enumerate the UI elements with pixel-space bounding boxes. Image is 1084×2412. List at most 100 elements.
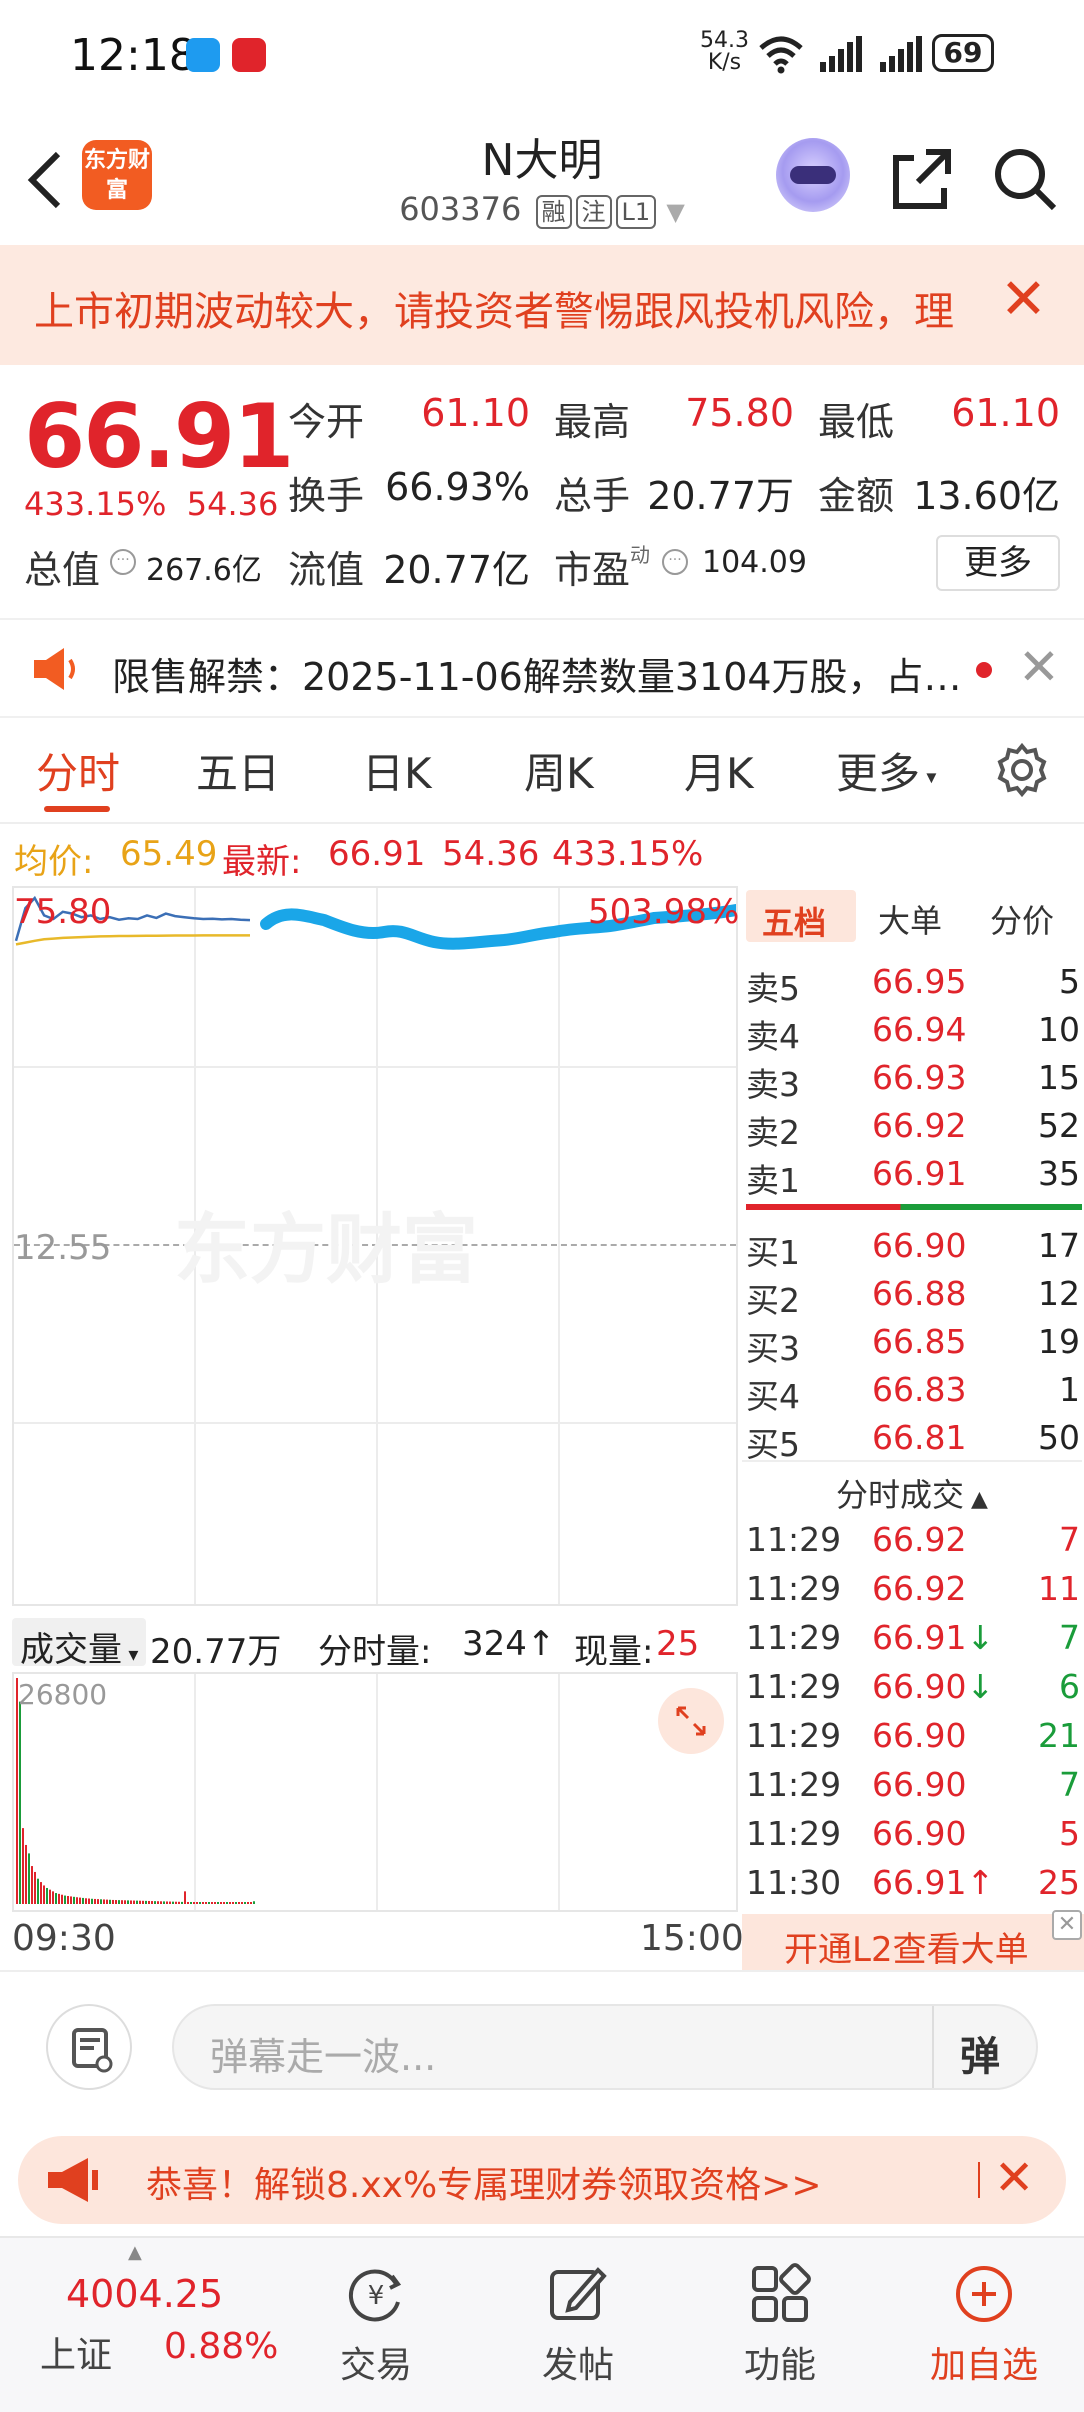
tick-price: 66.91↓ <box>872 1618 995 1657</box>
intraday-chart[interactable]: 东方财富 75.80 503.98% 12.55 <box>12 886 739 1606</box>
nav-post[interactable]: 发帖 <box>498 2262 658 2388</box>
tab-intraday[interactable]: 分时 <box>36 740 120 801</box>
level-price: 66.92 <box>872 1106 967 1145</box>
tick-volume: 7 <box>1059 1520 1080 1559</box>
tick-row: 11:29 66.91↓ 7 <box>742 1612 1082 1660</box>
open-value: 61.10 <box>421 391 530 435</box>
ai-assistant-icon[interactable] <box>776 138 850 212</box>
tag-registered: 注 <box>575 195 612 229</box>
open-l2-button[interactable]: 开通L2查看大单 ✕ <box>742 1910 1084 1970</box>
level-volume: 10 <box>1038 1010 1080 1049</box>
close-notice-button[interactable]: ✕ <box>1018 638 1060 696</box>
volume-bar <box>94 1898 96 1904</box>
volume-bar <box>67 1895 69 1904</box>
index-ticker[interactable]: ▲ 4004.25 上证 0.88% <box>0 2238 300 2412</box>
volume-header: 成交量 ▾ 20.77万 分时量: 324↑ 现量: 25 <box>12 1616 738 1672</box>
level-price: 66.85 <box>872 1322 967 1361</box>
tab-more[interactable]: 更多 ▾ <box>836 740 936 801</box>
tab-weekly-k[interactable]: 周K <box>524 740 594 801</box>
volume-bar <box>238 1902 240 1904</box>
volume-bar <box>73 1896 75 1904</box>
volume-bar <box>223 1902 225 1904</box>
expand-icon <box>676 1706 706 1736</box>
message-app-icon <box>186 38 220 72</box>
caret-down-icon: ▾ <box>920 764 937 789</box>
quote-panel: 66.91 433.15% 54.36 今开 61.10 最高 75.80 最低… <box>0 365 1084 605</box>
order-row: 卖4 66.94 10 <box>742 1004 1082 1056</box>
tick-time: 11:29 <box>746 1569 842 1608</box>
tag-margin: 融 <box>535 195 572 229</box>
volume-bar <box>31 1866 33 1904</box>
volume-bar <box>52 1891 54 1904</box>
comment-list-button[interactable] <box>46 2004 132 2090</box>
volume-bar <box>70 1896 72 1904</box>
stock-code: 603376 <box>399 190 522 228</box>
level-label: 卖2 <box>746 1113 800 1152</box>
level-label: 卖4 <box>746 1017 800 1056</box>
danmaku-toggle-button[interactable]: 弹 <box>932 2006 1038 2088</box>
more-quote-button[interactable]: 更多 <box>936 535 1060 591</box>
low-value: 61.10 <box>951 391 1060 435</box>
volume-bar <box>163 1901 165 1904</box>
volume-bar <box>211 1902 213 1904</box>
danmaku-input[interactable]: 弹幕走一波... 弹 <box>172 2004 1038 2090</box>
tab-five-levels[interactable]: 五档 <box>746 890 856 942</box>
volume-bar <box>55 1893 57 1904</box>
unlock-notice[interactable]: 限售解禁：2025-11-06解禁数量3104万股，占… ✕ <box>0 618 1084 718</box>
tick-price: 66.90 <box>872 1814 967 1853</box>
volume-bar <box>220 1902 222 1904</box>
volume-bar <box>88 1898 90 1904</box>
volume-bar <box>178 1901 180 1904</box>
order-row: 买4 66.83 1 <box>742 1364 1082 1416</box>
close-l2-icon[interactable]: ✕ <box>1052 1910 1082 1940</box>
close-warning-button[interactable]: ✕ <box>1000 267 1047 332</box>
tick-row: 11:29 66.92 11 <box>742 1563 1082 1611</box>
search-icon[interactable] <box>990 144 1060 214</box>
mid-price-label: 12.55 <box>14 1228 112 1268</box>
tick-volume: 7 <box>1059 1618 1080 1657</box>
promo-banner[interactable]: 恭喜！解锁8.xx%专属理财券领取资格>> ✕ <box>18 2136 1066 2224</box>
volume-bar <box>160 1901 162 1904</box>
volume-bar <box>43 1885 45 1904</box>
ticks-header[interactable]: 分时成交 ▲ <box>742 1460 1082 1514</box>
post-icon <box>550 2267 607 2320</box>
expand-chart-button[interactable] <box>658 1688 724 1754</box>
change-amount: 54.36 <box>186 485 279 523</box>
tab-big-orders[interactable]: 大单 <box>878 896 942 942</box>
level-price: 66.88 <box>872 1274 967 1313</box>
tick-volume: 7 <box>1059 1765 1080 1804</box>
nav-add-watchlist[interactable]: 加自选 <box>904 2262 1064 2388</box>
level-volume: 19 <box>1038 1322 1080 1361</box>
nav-functions[interactable]: 功能 <box>700 2262 860 2388</box>
volume-bar <box>214 1902 216 1904</box>
settings-gear-icon[interactable] <box>994 742 1050 798</box>
tick-row: 11:29 66.92 7 <box>742 1514 1082 1562</box>
status-time: 12:18 <box>70 30 197 81</box>
volume-chart[interactable]: 26800 <box>12 1672 738 1912</box>
volume-bar <box>109 1899 111 1904</box>
volume-selector[interactable]: 成交量 ▾ <box>12 1618 147 1670</box>
order-row: 买1 66.90 17 <box>742 1220 1082 1272</box>
tick-row: 11:29 66.90 5 <box>742 1808 1082 1856</box>
volume-bar <box>16 1678 18 1904</box>
share-icon[interactable] <box>886 144 956 214</box>
nav-trade[interactable]: ¥ 交易 <box>296 2262 456 2388</box>
float-cap-value: 20.77亿 <box>383 548 530 592</box>
tab-monthly-k[interactable]: 月K <box>684 740 754 801</box>
volume-bar <box>145 1900 147 1904</box>
speaker-icon <box>34 648 75 690</box>
level-label: 买2 <box>746 1281 800 1320</box>
volume-bar <box>169 1901 171 1904</box>
tick-time: 11:29 <box>746 1520 842 1559</box>
volume-bar <box>49 1889 51 1904</box>
tab-price-distribution[interactable]: 分价 <box>990 896 1054 942</box>
plus-circle-icon <box>956 2266 1012 2322</box>
stock-app-icon <box>232 38 266 72</box>
tick-time: 11:29 <box>746 1618 842 1657</box>
volume-bar <box>187 1901 189 1904</box>
tick-time: 11:29 <box>746 1667 842 1706</box>
close-promo-button[interactable]: ✕ <box>994 2150 1034 2206</box>
tab-daily-k[interactable]: 日K <box>362 740 432 801</box>
tab-five-day[interactable]: 五日 <box>196 740 280 801</box>
volume-bar <box>79 1897 81 1904</box>
